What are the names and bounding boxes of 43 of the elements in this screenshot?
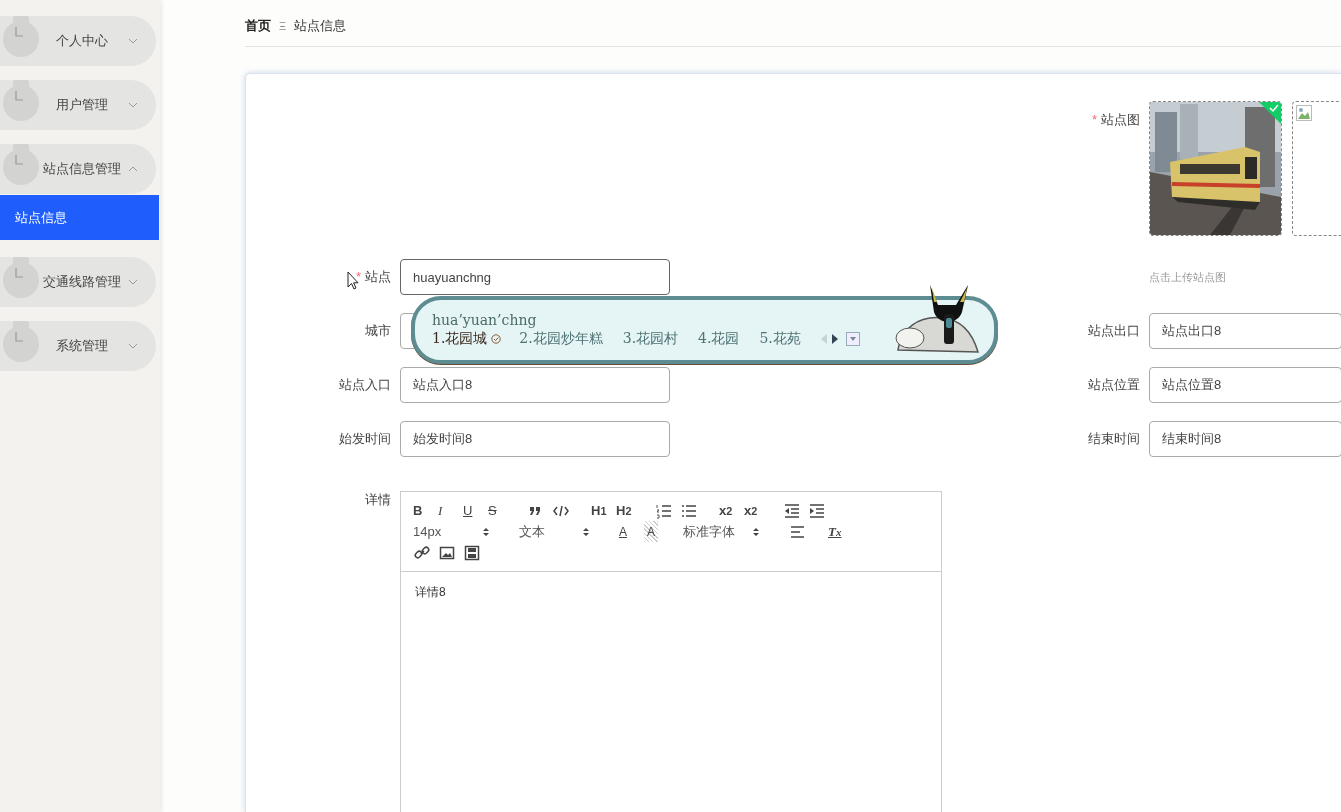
field-label: 始发时间 [339,431,391,446]
field-label: 站点入口 [339,377,391,392]
input-field[interactable]: 站点位置8 [1149,367,1341,403]
required-mark: * [1091,112,1097,127]
ime-candidate[interactable]: 3.花园村 [622,330,679,348]
menu-item[interactable]: 个人中心 [0,16,156,66]
breadcrumb-link[interactable]: 站点信息 [294,16,347,35]
menu-item[interactable]: 用户管理 [0,80,156,130]
ime-candidate[interactable]: 4.花园 [698,330,740,348]
input-field[interactable]: 站点入口8 [400,367,670,403]
input-field[interactable]: 站点出口8 [1149,313,1341,349]
submenu-item[interactable]: 站点信息 [0,195,159,240]
input-field[interactable]: huayuanchng [400,259,670,295]
ime-candidate[interactable]: 5.花苑 [759,330,801,348]
field-label: 详情 [365,492,391,507]
field-label: 城市 [365,323,391,338]
ime-composition: hua’yuan’chng [432,312,538,328]
format-picker[interactable]: 文本 [519,521,593,542]
ime-candidate[interactable]: 2.花园炒年糕 [519,330,603,348]
field-label: 站点图 [1101,112,1140,127]
underline-button[interactable]: U [463,500,488,521]
input-field[interactable]: 始发时间8 [400,421,670,457]
menu-item[interactable]: 交通线路管理 [0,257,156,307]
breadcrumb-link[interactable]: 首页 [245,16,271,35]
color-button[interactable]: A [619,521,644,542]
format-picker[interactable]: 标准字体 [683,521,763,542]
ime-candidate[interactable]: 1.花园城 [432,330,488,348]
strike-button[interactable]: S [488,500,513,521]
menu-item[interactable]: 站点信息管理 [0,144,156,194]
field-label: 站点位置 [1088,377,1140,392]
italic-button[interactable]: I [438,500,463,521]
field-label: 站点 [365,269,391,284]
field-label: 结束时间 [1088,431,1140,446]
bold-button[interactable]: B [413,500,438,521]
background-button[interactable]: A [644,521,658,542]
breadcrumb-separator: Ξ [279,19,287,32]
upload-hint: 点击上传站点图 [1149,269,1227,285]
input-field[interactable]: 结束时间8 [1149,421,1341,457]
editor-text: 详情8 [415,584,447,601]
menu-item[interactable]: 系统管理 [0,321,156,371]
format-picker[interactable]: 14px [413,521,493,542]
required-mark: * [355,269,361,284]
field-label: 站点出口 [1088,323,1140,338]
